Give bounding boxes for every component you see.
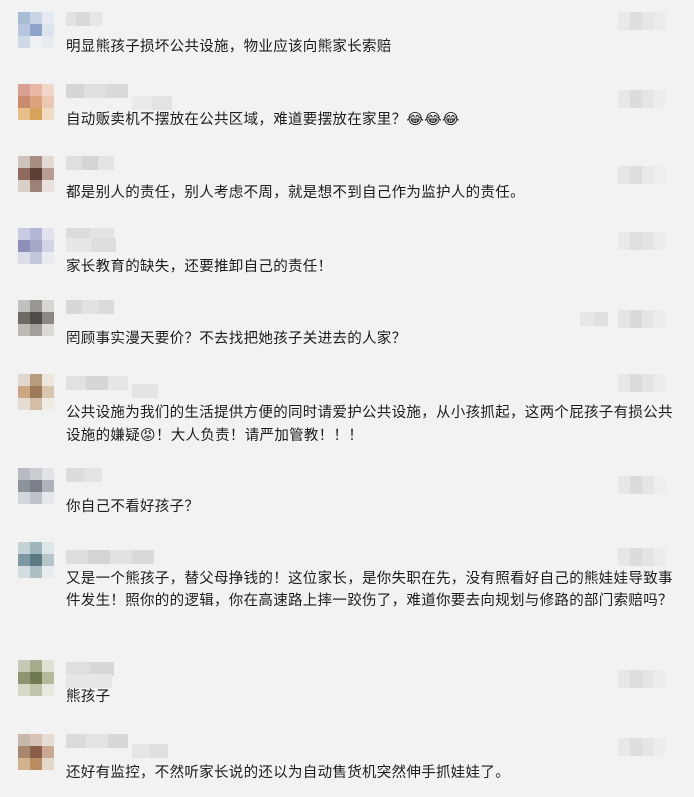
laugh-icon: 😂😂😂 <box>406 110 460 128</box>
comment-text: 公共设施为我们的生活提供方便的同时请爱护公共设施，从小孩抓起，这两个屁孩子有损公… <box>66 405 673 444</box>
avatar[interactable] <box>18 468 54 504</box>
comment-text: 都是别人的责任，别人考虑不周，就是想不到自己作为监护人的责任。 <box>66 185 525 201</box>
avatar[interactable] <box>18 12 54 48</box>
avatar[interactable] <box>18 156 54 192</box>
username-blurred[interactable] <box>66 300 114 314</box>
comment-text: 又是一个熊孩子，替父母挣钱的！这位家长，是你失职在先，没有照看好自己的熊娃娃导致… <box>66 571 673 609</box>
avatar[interactable] <box>18 374 54 410</box>
like-area-blurred[interactable] <box>618 310 666 328</box>
meta-blurred <box>66 238 116 252</box>
like-area-blurred[interactable] <box>618 12 666 30</box>
comment-text: 自动贩卖机不摆放在公共区域，难道要摆放在家里？😂😂😂 <box>66 110 460 128</box>
comment-text: 你自己不看好孩子？ <box>66 499 200 515</box>
username-blurred[interactable] <box>66 734 128 748</box>
avatar[interactable] <box>18 660 54 696</box>
like-area-blurred[interactable] <box>618 548 666 566</box>
comment-item: 自动贩卖机不摆放在公共区域，难道要摆放在家里？😂😂😂 <box>0 84 694 144</box>
avatar[interactable] <box>18 84 54 120</box>
comment-text: 明显熊孩子损坏公共设施，物业应该向熊家长索赔 <box>66 39 392 55</box>
comment-feed: 明显熊孩子损坏公共设施，物业应该向熊家长索赔 自动贩卖机不摆放在公共区域，难道要… <box>0 0 694 797</box>
comment-text: 熊孩子 <box>66 689 111 705</box>
like-area-blurred[interactable] <box>618 90 666 108</box>
comment-item: 你自己不看好孩子？ <box>0 468 694 528</box>
comment-item: 还好有监控，不然听家长说的还以为自动售货机突然伸手抓娃娃了。 <box>0 734 694 794</box>
comment-item: 公共设施为我们的生活提供方便的同时请爱护公共设施，从小孩抓起，这两个屁孩子有损公… <box>0 374 694 454</box>
comment-text: 罔顾事实漫天要价？不去找把她孩子关进去的人家？ <box>66 331 407 347</box>
username-blurred[interactable] <box>66 550 154 564</box>
like-area-blurred[interactable] <box>618 738 666 756</box>
comment-item: 都是别人的责任，别人考虑不周，就是想不到自己作为监护人的责任。 <box>0 156 694 216</box>
username-blurred[interactable] <box>66 12 102 26</box>
comment-item: 罔顾事实漫天要价？不去找把她孩子关进去的人家？ <box>0 300 694 360</box>
comment-item: 熊孩子 <box>0 660 694 720</box>
comment-item: 又是一个熊孩子，替父母挣钱的！这位家长，是你失职在先，没有照看好自己的熊娃娃导致… <box>0 542 694 642</box>
username-blurred[interactable] <box>66 376 128 390</box>
like-area-blurred[interactable] <box>618 476 666 494</box>
comment-text: 还好有监控，不然听家长说的还以为自动售货机突然伸手抓娃娃了。 <box>66 765 510 781</box>
angry-icon: 😡 <box>140 426 156 444</box>
meta-blurred <box>132 744 168 758</box>
meta-blurred <box>580 312 608 326</box>
comment-item: 家长教育的缺失，还要推卸自己的责任！ <box>0 228 694 288</box>
like-area-blurred[interactable] <box>618 374 666 392</box>
username-blurred[interactable] <box>66 84 128 98</box>
like-area-blurred[interactable] <box>618 232 666 250</box>
username-blurred[interactable] <box>66 468 102 482</box>
username-blurred[interactable] <box>66 156 114 170</box>
avatar[interactable] <box>18 228 54 264</box>
avatar[interactable] <box>18 734 54 770</box>
avatar[interactable] <box>18 300 54 336</box>
avatar[interactable] <box>18 542 54 578</box>
comment-text: 家长教育的缺失，还要推卸自己的责任！ <box>66 259 333 275</box>
meta-blurred <box>132 384 158 398</box>
comment-item: 明显熊孩子损坏公共设施，物业应该向熊家长索赔 <box>0 12 694 72</box>
